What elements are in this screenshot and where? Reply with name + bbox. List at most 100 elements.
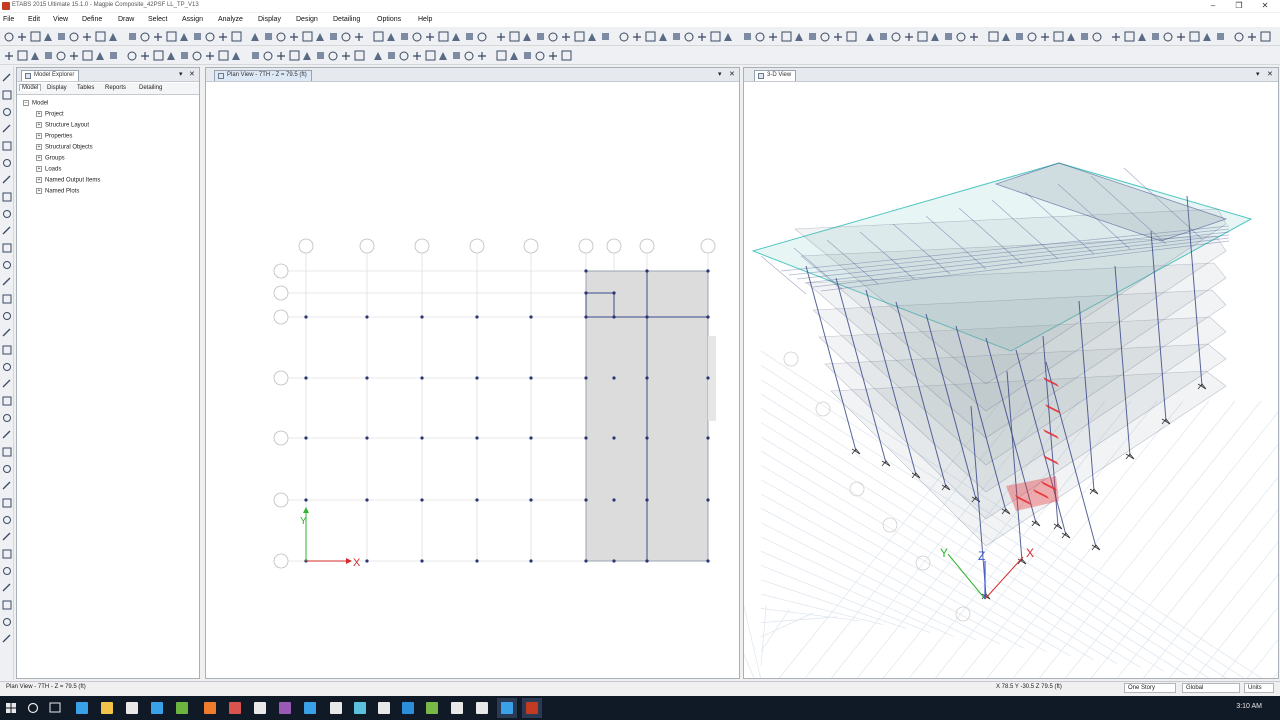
draw-tool-icon[interactable] (2, 481, 11, 490)
draw-tool-icon[interactable] (2, 549, 12, 559)
tab-detailing[interactable]: Detailing (139, 85, 162, 91)
3d-view-canvas[interactable]: X Y Z (744, 83, 1278, 678)
toolbar-tool-icon[interactable] (548, 32, 558, 42)
toolbar-tool-icon[interactable] (917, 31, 928, 42)
draw-tool-icon[interactable] (3, 414, 11, 422)
toolbar-tool-icon[interactable] (330, 33, 337, 40)
tree-node-properties[interactable]: + Properties (36, 133, 72, 140)
toolbar-tool-icon[interactable] (96, 52, 104, 60)
toolbar-tool-icon[interactable] (510, 52, 518, 60)
toolbar-tool-icon[interactable] (1260, 31, 1271, 42)
expand-icon[interactable]: + (36, 133, 42, 139)
toolbar-tool-icon[interactable] (524, 52, 531, 59)
draw-tool-icon[interactable] (2, 447, 12, 457)
toolbar-tool-icon[interactable] (673, 33, 680, 40)
joint[interactable] (304, 315, 308, 319)
toolbar-tool-icon[interactable] (251, 33, 259, 41)
joint[interactable] (612, 436, 616, 440)
tab-reports[interactable]: Reports (105, 85, 126, 91)
building-model[interactable] (751, 162, 1253, 622)
joint[interactable] (612, 559, 616, 563)
toolbar-tool-icon[interactable] (303, 52, 311, 60)
pinned-app-icon[interactable] (330, 702, 342, 714)
toolbar-tool-icon[interactable] (5, 52, 13, 60)
toolbar-tool-icon[interactable] (82, 50, 93, 61)
toolbar-tool-icon[interactable] (1203, 33, 1211, 41)
joint[interactable] (584, 376, 588, 380)
draw-tool-icon[interactable] (2, 124, 11, 133)
joint[interactable] (584, 559, 588, 563)
toolbar-tool-icon[interactable] (373, 31, 384, 42)
menu-options[interactable]: Options (377, 16, 401, 23)
toolbar-tool-icon[interactable] (425, 50, 436, 61)
pin-dropdown-icon[interactable]: ▾ (718, 70, 722, 78)
toolbar-tool-icon[interactable] (413, 52, 421, 60)
expand-icon[interactable]: + (36, 166, 42, 172)
expand-icon[interactable]: + (36, 188, 42, 194)
pinned-app-icon[interactable] (402, 702, 414, 714)
toolbar-tool-icon[interactable] (945, 33, 952, 40)
menu-edit[interactable]: Edit (28, 16, 40, 23)
toolbar-tool-icon[interactable] (755, 32, 765, 42)
joint[interactable] (420, 436, 424, 440)
draw-tool-icon[interactable] (3, 363, 11, 371)
joint[interactable] (706, 315, 710, 319)
menu-define[interactable]: Define (82, 16, 102, 23)
toolbar-tool-icon[interactable] (724, 33, 732, 41)
toolbar-tool-icon[interactable] (401, 33, 408, 40)
coord-system-selector[interactable]: Global (1182, 683, 1240, 693)
draw-tool-icon[interactable] (2, 141, 12, 151)
toolbar-tool-icon[interactable] (633, 33, 641, 41)
toolbar-tool-icon[interactable] (1041, 33, 1049, 41)
toolbar-tool-icon[interactable] (684, 32, 694, 42)
menu-view[interactable]: View (53, 16, 68, 23)
joint[interactable] (365, 559, 369, 563)
toolbar-tool-icon[interactable] (1234, 32, 1244, 42)
toolbar-tool-icon[interactable] (412, 32, 422, 42)
pinned-app-icon[interactable] (254, 702, 266, 714)
plan-view-canvas[interactable]: X Y (206, 83, 739, 678)
toolbar-tool-icon[interactable] (354, 50, 365, 61)
toolbar-tool-icon[interactable] (1152, 33, 1159, 40)
toolbar-tool-icon[interactable] (4, 32, 14, 42)
pinned-app-icon[interactable] (76, 702, 88, 714)
toolbar-tool-icon[interactable] (905, 33, 913, 41)
toolbar-tool-icon[interactable] (466, 33, 473, 40)
toolbar-tool-icon[interactable] (277, 52, 285, 60)
toolbar-tool-icon[interactable] (110, 52, 117, 59)
menu-assign[interactable]: Assign (182, 16, 203, 23)
expand-icon[interactable]: + (36, 111, 42, 117)
expand-icon[interactable]: + (36, 122, 42, 128)
pinned-app-icon[interactable] (378, 702, 390, 714)
joint[interactable] (304, 498, 308, 502)
toolbar-tool-icon[interactable] (820, 32, 830, 42)
toolbar-tool-icon[interactable] (252, 52, 259, 59)
pinned-app-icon[interactable] (176, 702, 188, 714)
toolbar-tool-icon[interactable] (317, 52, 324, 59)
toolbar-tool-icon[interactable] (328, 51, 338, 61)
draw-tool-icon[interactable] (2, 600, 12, 610)
toolbar-tool-icon[interactable] (399, 51, 409, 61)
joint[interactable] (365, 376, 369, 380)
toolbar-tool-icon[interactable] (31, 52, 39, 60)
joint[interactable] (420, 498, 424, 502)
toolbar-tool-icon[interactable] (439, 52, 447, 60)
pin-dropdown-icon[interactable]: ▾ (1256, 70, 1260, 78)
toolbar-tool-icon[interactable] (166, 31, 177, 42)
search-icon[interactable] (27, 702, 39, 714)
toolbar-tool-icon[interactable] (374, 52, 382, 60)
joint[interactable] (365, 436, 369, 440)
draw-tool-icon[interactable] (2, 498, 12, 508)
menu-analyze[interactable]: Analyze (218, 16, 243, 23)
toolbar-tool-icon[interactable] (478, 52, 486, 60)
toolbar-tool-icon[interactable] (206, 52, 214, 60)
draw-tool-icon[interactable] (3, 159, 11, 167)
toolbar-tool-icon[interactable] (710, 31, 721, 42)
tree-node-named-output-items[interactable]: + Named Output Items (36, 177, 100, 184)
toolbar-tool-icon[interactable] (834, 33, 842, 41)
toolbar-tool-icon[interactable] (83, 33, 91, 41)
joint[interactable] (612, 315, 616, 319)
joint[interactable] (304, 436, 308, 440)
joint[interactable] (420, 376, 424, 380)
toolbar-tool-icon[interactable] (127, 51, 137, 61)
